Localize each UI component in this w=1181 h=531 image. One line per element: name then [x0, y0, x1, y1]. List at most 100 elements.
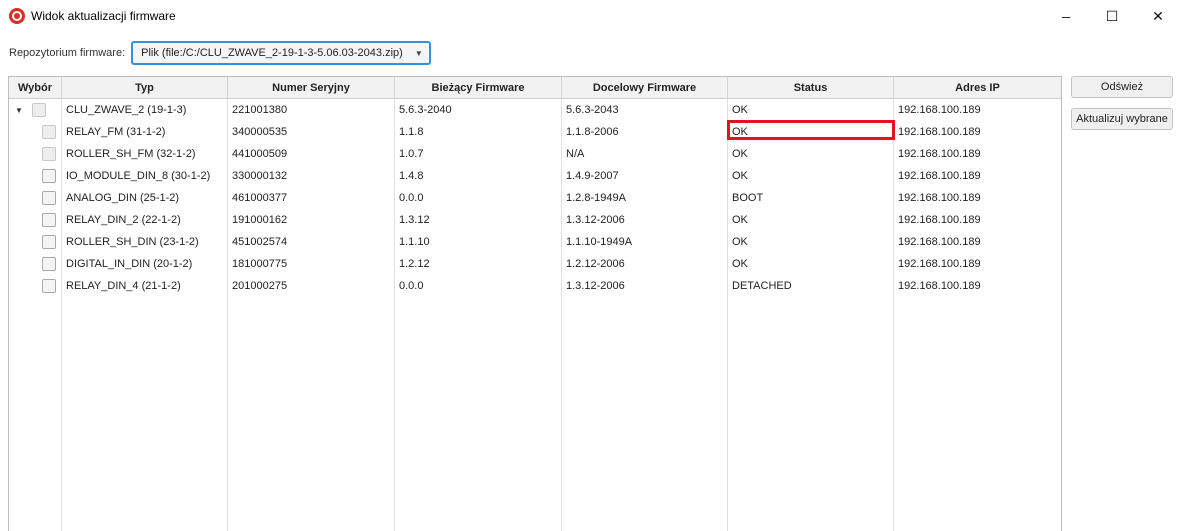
repository-dropdown[interactable]: Plik (file:/C:/CLU_ZWAVE_2-19-1-3-5.06.0…: [131, 41, 431, 65]
cell-target-firmware: 5.6.3-2043: [566, 104, 619, 116]
cell-type: RELAY_DIN_4 (21-1-2): [66, 280, 181, 292]
cell-type: RELAY_DIN_2 (22-1-2): [66, 214, 181, 226]
cell-current-firmware: 1.4.8: [399, 170, 424, 182]
expand-arrow-icon[interactable]: ▼: [15, 106, 23, 115]
cell-status: DETACHED: [732, 280, 792, 292]
table-row[interactable]: ▼ CLU_ZWAVE_2 (19-1-3) 221001380 5.6.3-2…: [9, 99, 1061, 121]
table-row[interactable]: ROLLER_SH_FM (32-1-2) 441000509 1.0.7 N/…: [9, 143, 1061, 165]
cell-target-firmware: 1.1.8-2006: [566, 126, 619, 138]
cell-status: OK: [732, 258, 748, 270]
cell-serial: 191000162: [232, 214, 288, 226]
cell-status: OK: [732, 126, 748, 138]
repository-selected-value: Plik (file:/C:/CLU_ZWAVE_2-19-1-3-5.06.0…: [141, 47, 403, 59]
title-bar: Widok aktualizacji firmware – ☐ ✕: [0, 0, 1181, 32]
table-row[interactable]: DIGITAL_IN_DIN (20-1-2) 181000775 1.2.12…: [9, 253, 1061, 275]
cell-current-firmware: 1.0.7: [399, 148, 424, 160]
cell-ip: 192.168.100.189: [898, 192, 981, 204]
select-cell: [9, 187, 62, 209]
table-row[interactable]: IO_MODULE_DIN_8 (30-1-2) 330000132 1.4.8…: [9, 165, 1061, 187]
select-checkbox[interactable]: [42, 191, 56, 205]
cell-type: ANALOG_DIN (25-1-2): [66, 192, 180, 204]
cell-serial: 451002574: [232, 236, 288, 248]
cell-status: OK: [732, 170, 748, 182]
select-checkbox[interactable]: [42, 257, 56, 271]
select-cell: [9, 121, 62, 143]
table-row[interactable]: RELAY_DIN_4 (21-1-2) 201000275 0.0.0 1.3…: [9, 275, 1061, 297]
window-title: Widok aktualizacji firmware: [31, 9, 176, 23]
column-header-ip[interactable]: Adres IP: [894, 77, 1061, 98]
firmware-table: Wybór Typ Numer Seryjny Bieżący Firmware…: [8, 76, 1062, 531]
cell-ip: 192.168.100.189: [898, 214, 981, 226]
cell-type: CLU_ZWAVE_2 (19-1-3): [66, 104, 187, 116]
maximize-button[interactable]: ☐: [1089, 0, 1135, 32]
column-header-type[interactable]: Typ: [62, 77, 228, 98]
select-checkbox[interactable]: [42, 279, 56, 293]
cell-serial: 340000535: [232, 126, 288, 138]
column-header-current-firmware[interactable]: Bieżący Firmware: [395, 77, 562, 98]
cell-type: ROLLER_SH_FM (32-1-2): [66, 148, 196, 160]
table-row[interactable]: ANALOG_DIN (25-1-2) 461000377 0.0.0 1.2.…: [9, 187, 1061, 209]
cell-serial: 330000132: [232, 170, 288, 182]
cell-current-firmware: 1.2.12: [399, 258, 430, 270]
cell-current-firmware: 5.6.3-2040: [399, 104, 452, 116]
table-row[interactable]: RELAY_FM (31-1-2) 340000535 1.1.8 1.1.8-…: [9, 121, 1061, 143]
cell-serial: 201000275: [232, 280, 288, 292]
column-header-serial[interactable]: Numer Seryjny: [228, 77, 395, 98]
close-button[interactable]: ✕: [1135, 0, 1181, 32]
cell-target-firmware: 1.3.12-2006: [566, 280, 625, 292]
column-header-status[interactable]: Status: [728, 77, 894, 98]
cell-status: OK: [732, 148, 748, 160]
chevron-down-icon: ▼: [414, 48, 423, 58]
select-checkbox[interactable]: [32, 103, 46, 117]
column-header-select[interactable]: Wybór: [9, 77, 62, 98]
cell-serial: 441000509: [232, 148, 288, 160]
select-checkbox[interactable]: [42, 235, 56, 249]
table-row[interactable]: ROLLER_SH_DIN (23-1-2) 451002574 1.1.10 …: [9, 231, 1061, 253]
table-header: Wybór Typ Numer Seryjny Bieżący Firmware…: [9, 77, 1061, 99]
select-checkbox[interactable]: [42, 213, 56, 227]
cell-ip: 192.168.100.189: [898, 280, 981, 292]
cell-current-firmware: 0.0.0: [399, 280, 424, 292]
refresh-button[interactable]: Odśwież: [1071, 76, 1173, 98]
cell-ip: 192.168.100.189: [898, 236, 981, 248]
cell-target-firmware: 1.4.9-2007: [566, 170, 619, 182]
select-cell: [9, 275, 62, 297]
select-cell: ▼: [9, 99, 62, 121]
cell-target-firmware: N/A: [566, 148, 585, 160]
select-cell: [9, 165, 62, 187]
cell-type: ROLLER_SH_DIN (23-1-2): [66, 236, 199, 248]
select-checkbox[interactable]: [42, 125, 56, 139]
cell-ip: 192.168.100.189: [898, 126, 981, 138]
cell-status: OK: [732, 236, 748, 248]
cell-status: OK: [732, 214, 748, 226]
cell-serial: 181000775: [232, 258, 288, 270]
cell-current-firmware: 1.1.10: [399, 236, 430, 248]
select-cell: [9, 143, 62, 165]
column-header-target-firmware[interactable]: Docelowy Firmware: [562, 77, 728, 98]
cell-ip: 192.168.100.189: [898, 148, 981, 160]
select-cell: [9, 209, 62, 231]
repository-label: Repozytorium firmware:: [9, 47, 126, 59]
cell-serial: 461000377: [232, 192, 288, 204]
cell-type: RELAY_FM (31-1-2): [66, 126, 166, 138]
cell-type: DIGITAL_IN_DIN (20-1-2): [66, 258, 193, 270]
cell-current-firmware: 1.1.8: [399, 126, 424, 138]
cell-serial: 221001380: [232, 104, 288, 116]
cell-target-firmware: 1.2.8-1949A: [566, 192, 626, 204]
minimize-button[interactable]: –: [1043, 0, 1089, 32]
cell-target-firmware: 1.3.12-2006: [566, 214, 625, 226]
cell-target-firmware: 1.1.10-1949A: [566, 236, 633, 248]
side-actions: Odśwież Aktualizuj wybrane: [1071, 76, 1173, 140]
cell-ip: 192.168.100.189: [898, 104, 981, 116]
app-logo-icon: [9, 8, 25, 24]
cell-type: IO_MODULE_DIN_8 (30-1-2): [66, 170, 211, 182]
select-checkbox[interactable]: [42, 169, 56, 183]
cell-target-firmware: 1.2.12-2006: [566, 258, 625, 270]
window-controls: – ☐ ✕: [1043, 0, 1181, 32]
select-checkbox[interactable]: [42, 147, 56, 161]
cell-status: BOOT: [732, 192, 764, 204]
table-row[interactable]: RELAY_DIN_2 (22-1-2) 191000162 1.3.12 1.…: [9, 209, 1061, 231]
cell-current-firmware: 0.0.0: [399, 192, 424, 204]
cell-ip: 192.168.100.189: [898, 170, 981, 182]
update-selected-button[interactable]: Aktualizuj wybrane: [1071, 108, 1173, 130]
